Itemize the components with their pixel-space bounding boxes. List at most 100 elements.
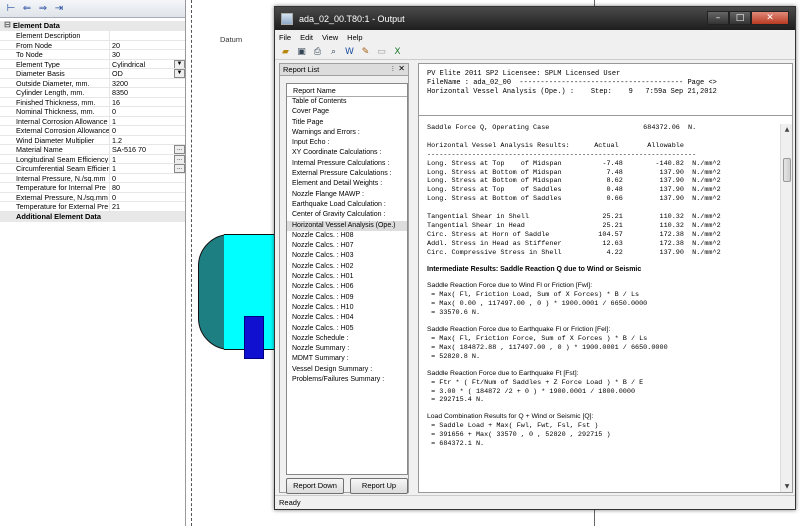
report-list-item[interactable]: Internal Pressure Calculations : [287,159,407,169]
report-list-item[interactable]: XY Coordinate Calculations : [287,148,407,158]
property-value[interactable]: 1... [110,154,185,163]
report-list-item[interactable]: Nozzle Calcs. : H08 [287,231,407,241]
browse-button[interactable]: ... [174,145,185,154]
property-value[interactable]: OD ▼ [110,69,185,78]
property-value[interactable]: 21 [110,202,185,211]
report-list-item[interactable]: Nozzle Calcs. : H02 [287,262,407,272]
property-value[interactable]: 0 [110,174,185,183]
open-icon[interactable]: ▰ [279,46,292,58]
title-bar[interactable]: ada_02_00.T80:1 - Output – □ ✕ [275,7,795,30]
property-row[interactable]: Nominal Thickness, mm. 0 [0,107,185,117]
scroll-up-icon[interactable]: ▲ [781,126,793,133]
last-node-icon[interactable]: ⇥ [52,2,66,15]
report-list-item[interactable]: Nozzle Flange MAWP : [287,190,407,200]
report-list-item[interactable]: Title Page [287,118,407,128]
report-list-item[interactable]: Earthquake Load Calculation : [287,200,407,210]
close-icon[interactable]: ✕ [398,64,405,73]
property-value[interactable]: 80 [110,183,185,192]
property-value[interactable]: 20 [110,41,185,50]
property-row[interactable]: Temperature for Internal Pre 80 [0,183,185,193]
report-list-item[interactable]: Center of Gravity Calculation : [287,210,407,220]
section-header-element-data[interactable]: ⊟ Element Data [0,21,185,31]
close-button[interactable]: ✕ [751,11,789,25]
report-list-item[interactable]: Nozzle Calcs. : H10 [287,303,407,313]
report-list-item[interactable]: Nozzle Calcs. : H06 [287,282,407,292]
report-list-item[interactable]: Table of Contents [287,97,407,107]
report-down-button[interactable]: Report Down [286,478,344,494]
excel-export-icon[interactable]: X [391,46,404,58]
node-jump-icon[interactable]: ⊢ [4,2,18,15]
property-row[interactable]: Wind Diameter Multiplier 1.2 [0,135,185,145]
property-value[interactable]: 0 [110,107,185,116]
browse-button[interactable]: ... [174,164,185,173]
scroll-thumb[interactable] [783,158,791,182]
property-value[interactable]: 3200 [110,79,185,88]
collapse-icon[interactable]: ⊟ [4,21,13,30]
menu-view[interactable]: View [322,33,338,42]
report-list-item[interactable]: Warnings and Errors : [287,128,407,138]
property-row[interactable]: Internal Pressure, N./sq.mm 0 [0,173,185,183]
word-export-icon[interactable]: W [343,46,356,58]
property-row[interactable]: Temperature for External Pre 21 [0,202,185,212]
report-list-item[interactable]: Problems/Failures Summary : [287,375,407,385]
report-list-item[interactable]: Nozzle Calcs. : H04 [287,313,407,323]
report-list-item[interactable]: Nozzle Calcs. : H03 [287,251,407,261]
property-row[interactable]: Diameter Basis OD ▼ [0,69,185,79]
vertical-scrollbar[interactable]: ▲ ▼ [780,124,792,492]
print-preview-icon[interactable]: ⌕ [327,46,340,58]
property-value[interactable]: 8350 [110,88,185,97]
report-list-item[interactable]: Nozzle Summary : [287,344,407,354]
dropdown-arrow-icon[interactable]: ▼ [174,59,185,68]
arrow-left-icon[interactable]: ⇐ [20,2,34,15]
property-row[interactable]: Element Description [0,31,185,41]
report-list-item[interactable]: Nozzle Calcs. : H01 [287,272,407,282]
report-list-item[interactable]: Nozzle Calcs. : H05 [287,324,407,334]
vessel-saddle[interactable] [244,316,264,359]
report-list-item[interactable]: MDMT Summary : [287,354,407,364]
property-row[interactable]: Longitudinal Seam Efficiency 1... [0,154,185,164]
property-value[interactable]: 0 [110,126,185,135]
property-row[interactable]: Internal Corrosion Allowance 1 [0,116,185,126]
maximize-button[interactable]: □ [729,11,751,25]
property-row[interactable]: External Pressure, N./sq.mm 0 [0,192,185,202]
property-value[interactable]: Cylindrical ▼ [110,59,185,68]
report-list-column-header[interactable]: Report Name [287,84,407,97]
property-row[interactable]: Cylinder Length, mm. 8350 [0,88,185,98]
print-icon[interactable]: ⎙ [311,46,324,58]
save-icon[interactable]: ▣ [295,46,308,58]
menu-help[interactable]: Help [347,33,362,42]
menu-file[interactable]: File [279,33,291,42]
browse-button[interactable]: ... [174,154,185,163]
property-row[interactable]: Material Name SA-516 70... [0,145,185,155]
report-list-item[interactable]: Nozzle Calcs. : H07 [287,241,407,251]
report-list-item[interactable]: Element and Detail Weights : [287,179,407,189]
property-value[interactable]: 1.2 [110,136,185,145]
dropdown-arrow-icon[interactable]: ▼ [174,69,185,78]
report-list-item[interactable]: Cover Page [287,107,407,117]
pin-icon[interactable]: ⵗ [392,65,394,73]
section-header-additional-element-data[interactable]: Additional Element Data [0,211,185,222]
property-value[interactable]: 1 [110,117,185,126]
report-list-item[interactable]: Horizontal Vessel Analysis (Ope.) [287,220,407,231]
edit-icon[interactable]: ✎ [359,46,372,58]
property-value[interactable]: SA-516 70... [110,145,185,154]
property-row[interactable]: To Node 30 [0,50,185,60]
property-value[interactable] [110,31,185,40]
report-up-button[interactable]: Report Up [350,478,408,494]
report-list-item[interactable]: Nozzle Schedule : [287,334,407,344]
property-row[interactable]: From Node 20 [0,40,185,50]
property-row[interactable]: External Corrosion Allowance 0 [0,126,185,136]
options-icon[interactable]: ▭ [375,46,388,58]
property-value[interactable]: 16 [110,98,185,107]
minimize-button[interactable]: – [707,11,729,25]
property-row[interactable]: Finished Thickness, mm. 16 [0,97,185,107]
property-row[interactable]: Circumferential Seam Efficien 1... [0,164,185,174]
property-value[interactable]: 0 [110,193,185,202]
report-body[interactable]: Saddle Force Q, Operating Case 684372.06… [419,124,779,492]
property-value[interactable]: 30 [110,50,185,59]
property-row[interactable]: Element Type Cylindrical ▼ [0,59,185,69]
report-list-item[interactable]: Nozzle Calcs. : H09 [287,293,407,303]
report-list-item[interactable]: Vessel Design Summary : [287,365,407,375]
report-list-item[interactable]: Input Echo : [287,138,407,148]
scroll-down-icon[interactable]: ▼ [781,483,793,490]
